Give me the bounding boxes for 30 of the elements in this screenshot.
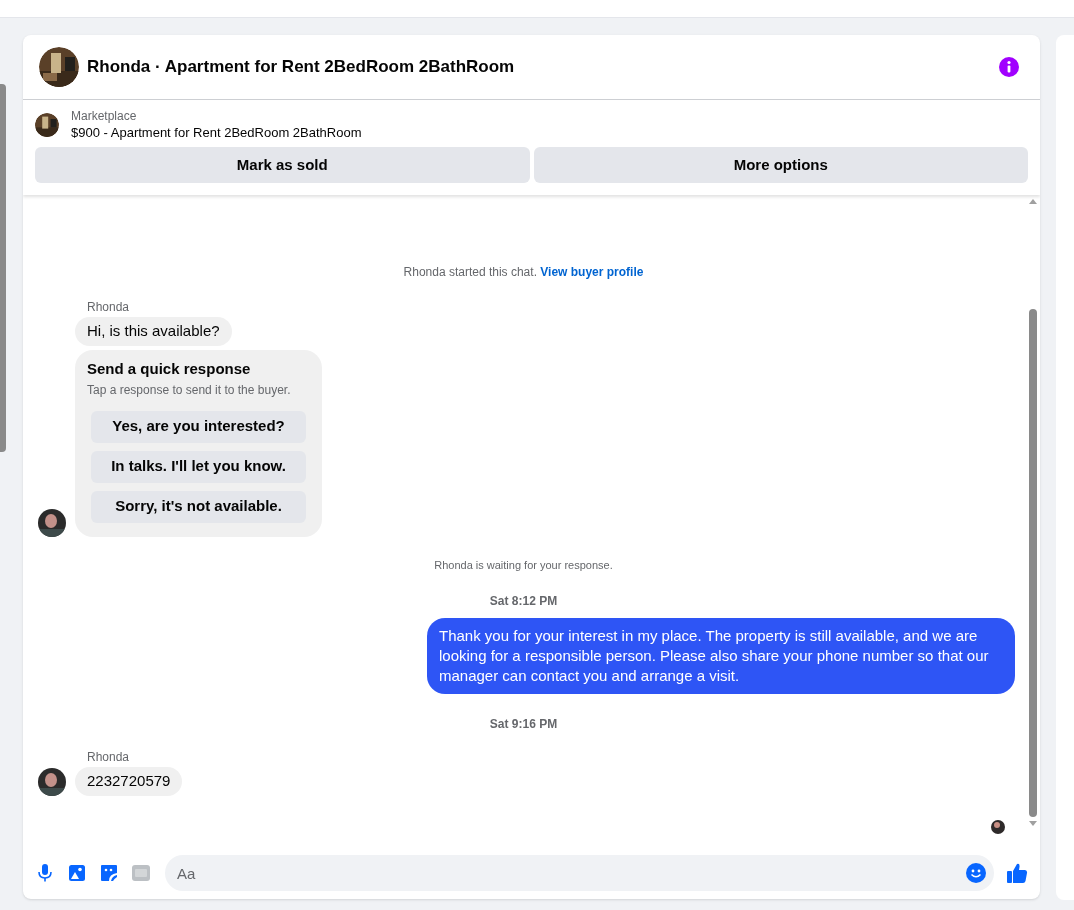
buyer-profile-link[interactable]: View buyer profile [540, 265, 644, 279]
message-bubble: 2232720579 [75, 766, 183, 796]
quick-reply-button[interactable]: Sorry, it's not available. [91, 490, 306, 523]
message-field[interactable]: Aa [165, 855, 994, 891]
chat-notice: Rhonda is waiting for your response. [434, 557, 613, 571]
message-bubble: Thank you for your interest in my place. The property is still available, and we are looking for a responsible person. Please also share your phone number so that our manager can contact you and arrange a visit. [427, 617, 1015, 694]
microphone-icon[interactable] [35, 863, 55, 883]
quick-reply-button[interactable]: In talks. I'll let you know. [91, 450, 306, 483]
photo-icon[interactable] [67, 863, 87, 883]
quick-reply-button[interactable]: Yes, are you interested? [91, 410, 306, 443]
listing-label: Marketplace [71, 108, 138, 124]
avatar [38, 767, 66, 796]
card-title: Send a quick response [87, 359, 252, 379]
timestamp: Sat 9:16 PM [489, 715, 558, 730]
timestamp: Sat 8:12 PM [489, 592, 558, 607]
listing-title: $900 - Apartment for Rent 2BedRoom 2BathRoom [71, 124, 362, 142]
message-bubble: Hi, is this available? [75, 317, 232, 346]
action-button[interactable]: More options [533, 147, 1028, 183]
action-button[interactable]: Mark as sold [35, 147, 530, 183]
sender-name: Rhonda [87, 299, 131, 315]
card-subtitle: Tap a response to send it to the buyer. [87, 381, 292, 398]
seen-avatar [991, 820, 1005, 834]
sender-name: Rhonda [87, 748, 131, 765]
avatar [38, 508, 66, 537]
chat-notice: Rhonda started this chat. [403, 265, 538, 279]
thumbs-up-icon[interactable] [1006, 862, 1028, 884]
conversation-title: Rhonda · Apartment for Rent 2BedRoom 2BathRoom [87, 56, 515, 79]
info-icon[interactable] [998, 56, 1020, 78]
sticker-icon[interactable] [99, 863, 119, 883]
emoji-icon[interactable] [966, 863, 986, 883]
